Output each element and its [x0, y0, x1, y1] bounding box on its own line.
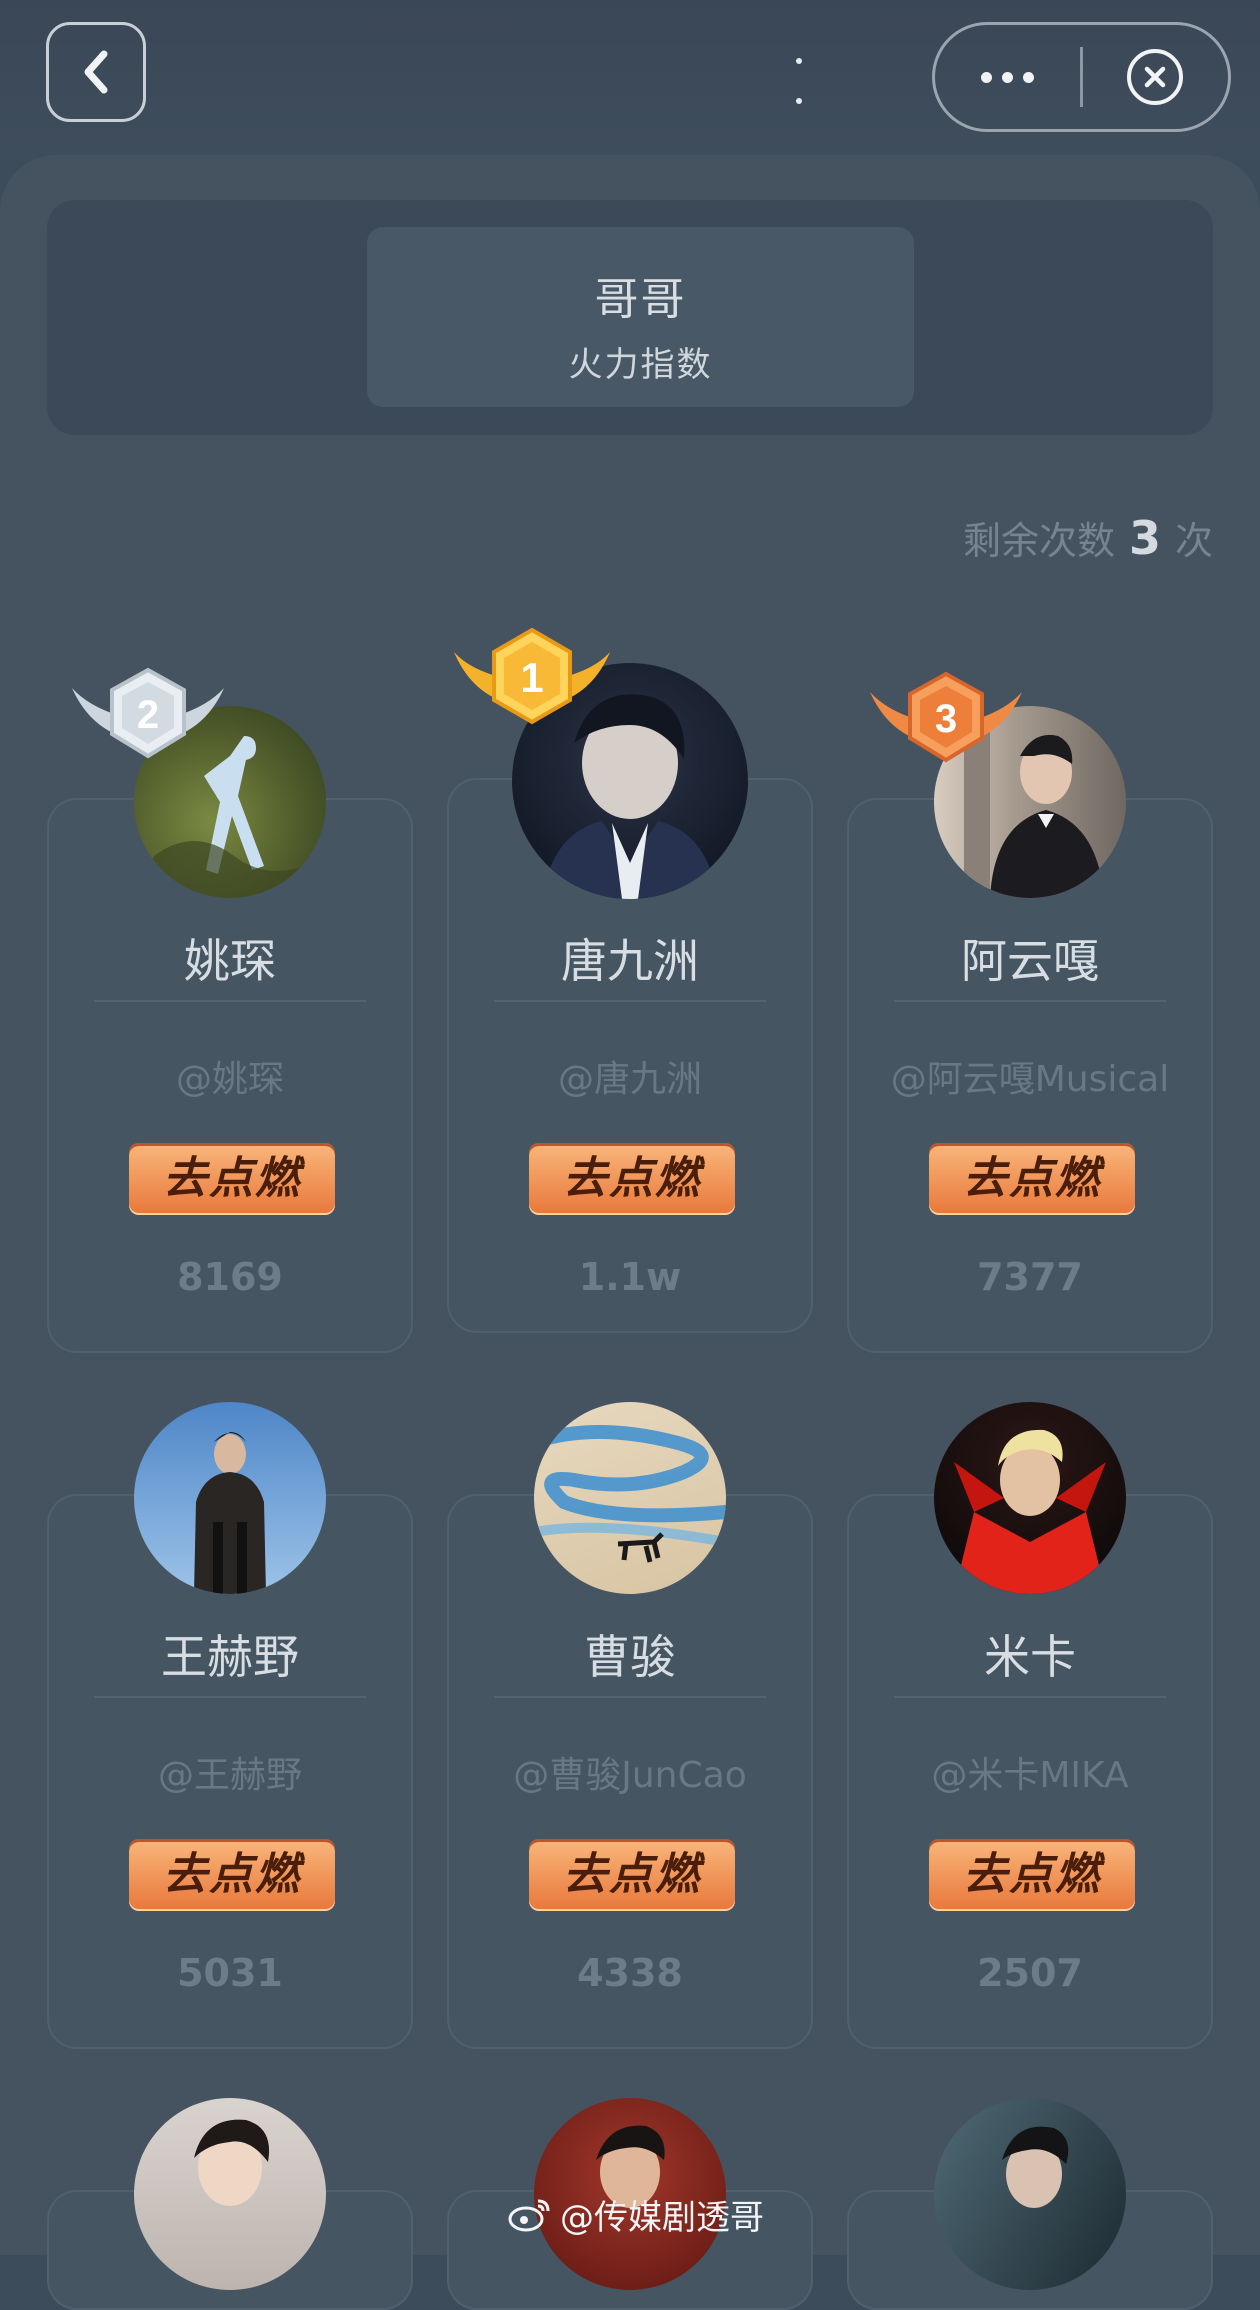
card-handle[interactable]: @曹骏JunCao: [449, 1746, 811, 1798]
more-button[interactable]: [935, 25, 1080, 129]
category-subtitle: 火力指数: [568, 345, 713, 385]
chevron-left-icon: [84, 50, 108, 94]
card-divider: [494, 1696, 766, 1698]
rank-badge-bronze: 3: [866, 670, 1026, 774]
more-dots-icon: [981, 71, 1035, 83]
rank-badge-gold: 1: [452, 627, 612, 736]
card-handle[interactable]: @唐九洲: [449, 1050, 811, 1102]
remaining-count: 剩余次数 3 次: [963, 510, 1213, 565]
ignite-button[interactable]: 去点燃: [529, 1839, 735, 1911]
card-score: 4338: [577, 1951, 683, 1995]
card-name: 姚琛: [184, 934, 276, 988]
card-handle[interactable]: @王赫野: [49, 1746, 411, 1798]
card-name: 王赫野: [161, 1630, 299, 1684]
card-divider: [894, 1696, 1166, 1698]
ignite-button[interactable]: 去点燃: [129, 1839, 335, 1911]
card-score: 1.1w: [578, 1255, 682, 1299]
ignite-button[interactable]: 去点燃: [529, 1143, 735, 1215]
avatar[interactable]: [134, 2098, 326, 2290]
mini-program-capsule: [932, 22, 1231, 132]
top-bar: [0, 0, 1260, 160]
close-button[interactable]: [1083, 25, 1228, 129]
card-divider: [94, 1696, 366, 1698]
svg-text:1: 1: [520, 654, 543, 701]
ignite-button[interactable]: 去点燃: [929, 1839, 1135, 1911]
avatar[interactable]: [534, 1402, 726, 1594]
avatar[interactable]: [934, 2098, 1126, 2290]
card-handle[interactable]: @米卡MIKA: [849, 1746, 1211, 1798]
ignite-button[interactable]: 去点燃: [929, 1143, 1135, 1215]
remaining-label: 剩余次数: [962, 519, 1115, 563]
rank-badge-silver: 2: [68, 666, 228, 770]
watermark-text: @传媒剧透哥: [560, 2198, 764, 2238]
avatar[interactable]: [134, 1402, 326, 1594]
category-header: 哥哥 火力指数: [47, 200, 1213, 435]
card-name: 唐九洲: [561, 934, 699, 988]
ignite-button[interactable]: 去点燃: [129, 1143, 335, 1215]
watermark: @传媒剧透哥: [508, 2190, 764, 2239]
weibo-icon: [508, 2199, 550, 2231]
card-handle[interactable]: @阿云嘎Musical: [849, 1050, 1211, 1102]
card-name: 曹骏: [584, 1630, 676, 1684]
card-score: 2507: [977, 1951, 1083, 1995]
back-button[interactable]: [46, 22, 146, 122]
card-divider: [94, 1000, 366, 1002]
title-loading-indicator: [796, 58, 804, 104]
category-title: 哥哥: [594, 274, 687, 325]
card-score: 5031: [177, 1951, 283, 1995]
avatar[interactable]: [934, 1402, 1126, 1594]
svg-text:3: 3: [935, 697, 957, 741]
card-handle[interactable]: @姚琛: [49, 1050, 411, 1102]
card-score: 8169: [177, 1255, 283, 1299]
card-score: 7377: [977, 1255, 1083, 1299]
card-name: 米卡: [984, 1630, 1076, 1684]
remaining-unit: 次: [1174, 519, 1213, 563]
svg-text:2: 2: [137, 693, 159, 737]
card-divider: [894, 1000, 1166, 1002]
card-divider: [494, 1000, 766, 1002]
category-tab[interactable]: 哥哥 火力指数: [367, 227, 914, 407]
card-name: 阿云嘎: [961, 934, 1099, 988]
close-circle-icon: [1127, 49, 1184, 105]
remaining-number: 3: [1128, 511, 1161, 565]
